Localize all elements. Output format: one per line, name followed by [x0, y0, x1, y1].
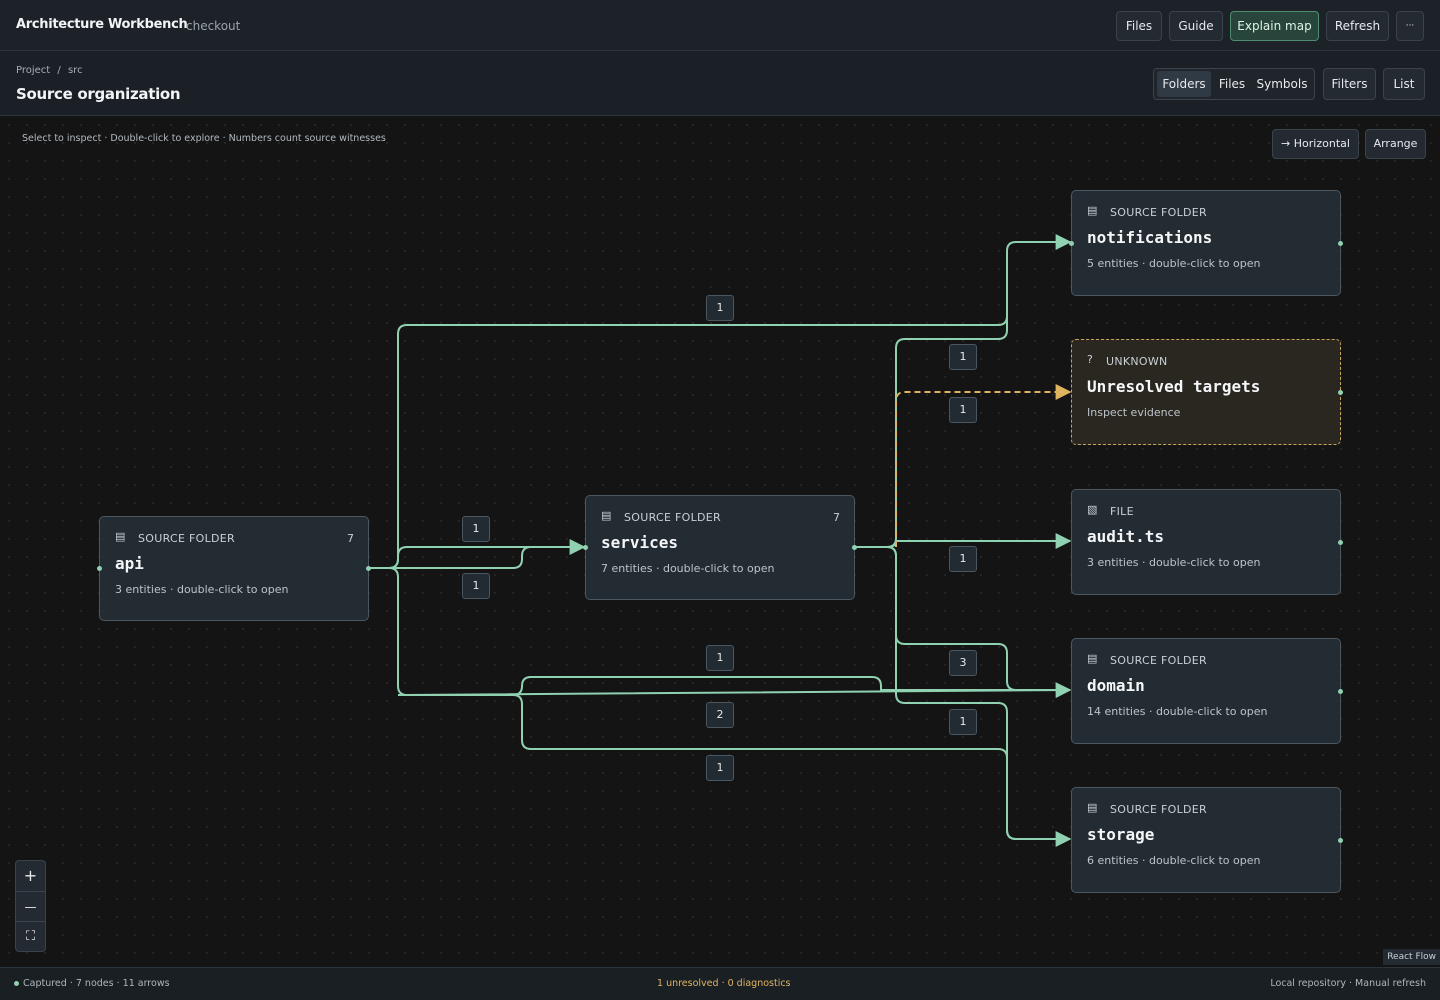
edge-label-services-audit[interactable]: 1: [949, 546, 977, 572]
folder-icon: ▤: [1087, 204, 1098, 217]
folder-icon: ▤: [1087, 652, 1098, 665]
node-unresolved-targets[interactable]: ? UNKNOWN Unresolved targets Inspect evi…: [1071, 339, 1343, 445]
node-kind: UNKNOWN: [1106, 355, 1168, 368]
diagnostics-status[interactable]: 1 unresolved · 0 diagnostics: [657, 978, 791, 989]
edge-label-api-domain-b[interactable]: 2: [706, 702, 734, 728]
node-name: Unresolved targets: [1087, 377, 1261, 396]
status-bar: Captured · 7 nodes · 11 arrows 1 unresol…: [0, 967, 1440, 1000]
fit-view-button[interactable]: ⛶: [16, 921, 45, 952]
node-kind: SOURCE FOLDER: [624, 511, 721, 524]
edge-label-services-notifications[interactable]: 1: [949, 344, 977, 370]
edge-label-services-storage[interactable]: 1: [949, 709, 977, 735]
node-subtitle: 6 entities · double-click to open: [1087, 854, 1261, 867]
node-subtitle: 7 entities · double-click to open: [601, 562, 775, 575]
edge-label-api-notifications[interactable]: 1: [706, 295, 734, 321]
edge-label-api-services-b[interactable]: 1: [462, 573, 490, 599]
node-target-handle[interactable]: [583, 545, 588, 550]
edge-label-api-services-a[interactable]: 1: [462, 516, 490, 542]
react-flow-attribution[interactable]: React Flow: [1383, 949, 1440, 965]
node-api[interactable]: ▤ SOURCE FOLDER 7 api 3 entities · doubl…: [97, 516, 371, 621]
edge-label-services-domain[interactable]: 3: [949, 650, 977, 676]
node-kind: SOURCE FOLDER: [1110, 654, 1207, 667]
node-source-handle[interactable]: [1338, 689, 1343, 694]
file-icon: ▧: [1087, 503, 1098, 516]
edge-services-storage[interactable]: [855, 546, 1017, 840]
status-dot-icon: [14, 981, 19, 986]
capture-status-text: Captured · 7 nodes · 11 arrows: [23, 978, 170, 989]
node-target-handle[interactable]: [1069, 241, 1074, 246]
zoom-in-button[interactable]: +: [16, 861, 45, 891]
node-source-handle[interactable]: [852, 545, 857, 550]
graph-canvas[interactable]: Select to inspect · Double-click to expl…: [0, 116, 1440, 967]
node-kind: SOURCE FOLDER: [138, 532, 235, 545]
edge-label-api-storage[interactable]: 1: [706, 755, 734, 781]
node-subtitle: Inspect evidence: [1087, 406, 1181, 419]
repository-status: Local repository · Manual refresh: [1270, 978, 1426, 989]
edge-label-api-domain[interactable]: 1: [706, 645, 734, 671]
node-source-handle[interactable]: [1338, 241, 1343, 246]
node-subtitle: 3 entities · double-click to open: [1087, 556, 1261, 569]
node-target-handle[interactable]: [97, 566, 102, 571]
edge-services-notifications[interactable]: [855, 251, 1008, 548]
node-name: notifications: [1087, 228, 1213, 247]
edge-services-unresolved[interactable]: [895, 384, 1072, 547]
node-count: 7: [833, 511, 840, 524]
node-source-handle[interactable]: [1338, 390, 1343, 395]
node-kind: FILE: [1110, 505, 1134, 518]
node-domain[interactable]: ▤ SOURCE FOLDER domain 14 entities · dou…: [1071, 638, 1343, 744]
node-source-handle[interactable]: [366, 566, 371, 571]
folder-icon: ▤: [601, 509, 612, 522]
edge-label-services-unresolved[interactable]: 1: [949, 397, 977, 423]
node-subtitle: 5 entities · double-click to open: [1087, 257, 1261, 270]
node-subtitle: 3 entities · double-click to open: [115, 583, 289, 596]
folder-icon: ▤: [115, 530, 126, 543]
node-notifications[interactable]: ▤ SOURCE FOLDER notifications 5 entities…: [1069, 190, 1343, 296]
node-name: services: [601, 533, 679, 552]
edge-api-services-a[interactable]: [369, 539, 586, 569]
zoom-controls: + — ⛶: [15, 860, 46, 952]
folder-icon: ▤: [1087, 801, 1098, 814]
node-name: api: [115, 554, 144, 573]
zoom-out-button[interactable]: —: [16, 891, 45, 922]
node-source-handle[interactable]: [1338, 838, 1343, 843]
edge-api-services-b[interactable]: [369, 546, 584, 569]
node-name: domain: [1087, 676, 1145, 695]
node-storage[interactable]: ▤ SOURCE FOLDER storage 6 entities · dou…: [1071, 787, 1343, 893]
node-services[interactable]: ▤ SOURCE FOLDER 7 services 7 entities · …: [583, 495, 857, 600]
node-source-handle[interactable]: [1338, 540, 1343, 545]
node-kind: SOURCE FOLDER: [1110, 206, 1207, 219]
capture-status: Captured · 7 nodes · 11 arrows: [14, 978, 170, 989]
node-kind: SOURCE FOLDER: [1110, 803, 1207, 816]
node-audit-ts[interactable]: ▧ FILE audit.ts 3 entities · double-clic…: [1071, 489, 1343, 595]
node-count: 7: [347, 532, 354, 545]
node-subtitle: 14 entities · double-click to open: [1087, 705, 1268, 718]
node-name: audit.ts: [1087, 527, 1165, 546]
question-icon: ?: [1087, 353, 1093, 366]
node-name: storage: [1087, 825, 1155, 844]
